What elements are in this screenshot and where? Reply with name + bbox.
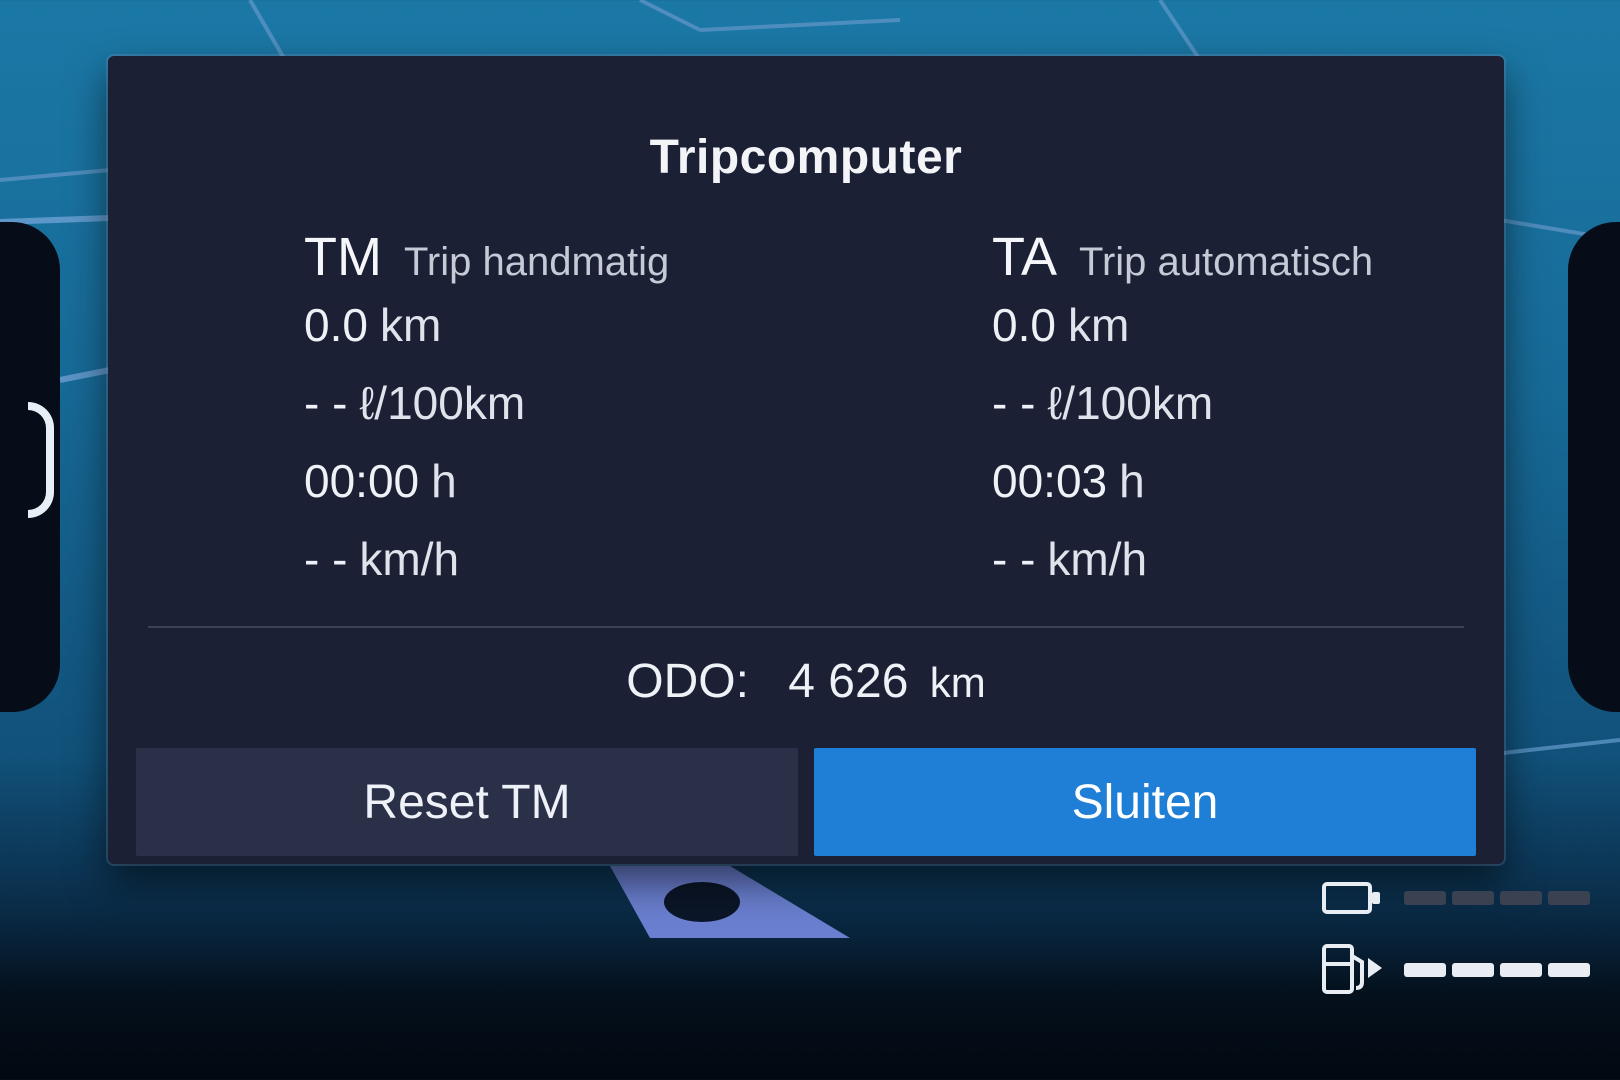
trip-consumption: - - ℓ/100km (304, 364, 864, 442)
fuel-level-bar (1404, 963, 1590, 977)
odometer-unit: km (929, 659, 986, 706)
consumption-unit: ℓ/100km (1047, 377, 1214, 429)
battery-level-bar (1404, 891, 1590, 905)
distance-unit: km (379, 299, 442, 351)
speed-widget (0, 222, 60, 712)
trip-distance: 0.0 km (992, 286, 1552, 364)
distance-unit: km (1067, 299, 1130, 351)
trip-computer-dialog: Tripcomputer TM Trip handmatig 0.0 km - … (108, 56, 1504, 864)
consumption-value: - - (992, 377, 1036, 429)
road-marker-icon (610, 866, 850, 938)
trip-speed: - - km/h (304, 520, 864, 598)
consumption-unit: ℓ/100km (359, 377, 526, 429)
trip-abbreviation: TM (304, 227, 382, 287)
trip-duration: 00:03 h (992, 442, 1552, 520)
distance-value: 0.0 (304, 299, 368, 351)
trip-header: TA Trip automatisch (992, 226, 1552, 287)
speed-value: - - (992, 533, 1036, 585)
speed-unit: km/h (1047, 533, 1148, 585)
gauge-segment (1404, 891, 1446, 905)
reset-tm-button[interactable]: Reset TM (136, 748, 798, 856)
gauge-segment (1548, 963, 1590, 977)
gauge-segment (1500, 891, 1542, 905)
trip-header: TM Trip handmatig (304, 226, 864, 287)
consumption-value: - - (304, 377, 348, 429)
battery-gauge (1320, 880, 1590, 916)
energy-gauges (1320, 880, 1620, 1020)
battery-icon (1322, 882, 1380, 914)
fuel-pump-icon (1322, 944, 1382, 994)
dialog-title: Tripcomputer (649, 131, 963, 184)
odometer-label: ODO: (626, 655, 749, 708)
gauge-segment (1452, 963, 1494, 977)
trip-speed: - - km/h (992, 520, 1552, 598)
fuel-gauge (1320, 942, 1590, 998)
trip-abbreviation: TA (992, 227, 1057, 287)
speed-value: - - (304, 533, 348, 585)
duration-unit: h (1119, 455, 1145, 507)
trip-column-ta: TA Trip automatisch 0.0 km - - ℓ/100km 0… (992, 226, 1552, 598)
trip-consumption: - - ℓ/100km (992, 364, 1552, 442)
odometer-value: 4 626 (788, 655, 909, 708)
speed-digit-fragment (28, 402, 54, 518)
divider (148, 626, 1464, 628)
gauge-segment (1404, 963, 1446, 977)
trip-duration: 00:00 h (304, 442, 864, 520)
gauge-segment (1500, 963, 1542, 977)
close-button[interactable]: Sluiten (814, 748, 1476, 856)
duration-value: 00:00 (304, 455, 420, 507)
duration-value: 00:03 (992, 455, 1108, 507)
trip-name: Trip handmatig (403, 240, 670, 284)
distance-value: 0.0 (992, 299, 1056, 351)
trip-column-tm: TM Trip handmatig 0.0 km - - ℓ/100km 00:… (304, 226, 864, 598)
gauge-segment (1548, 891, 1590, 905)
rpm-widget (1568, 222, 1620, 712)
duration-unit: h (431, 455, 457, 507)
gauge-segment (1452, 891, 1494, 905)
trip-distance: 0.0 km (304, 286, 864, 364)
odometer: ODO: 4 626 km (108, 654, 1504, 709)
trip-name: Trip automatisch (1079, 240, 1374, 284)
speed-unit: km/h (359, 533, 460, 585)
